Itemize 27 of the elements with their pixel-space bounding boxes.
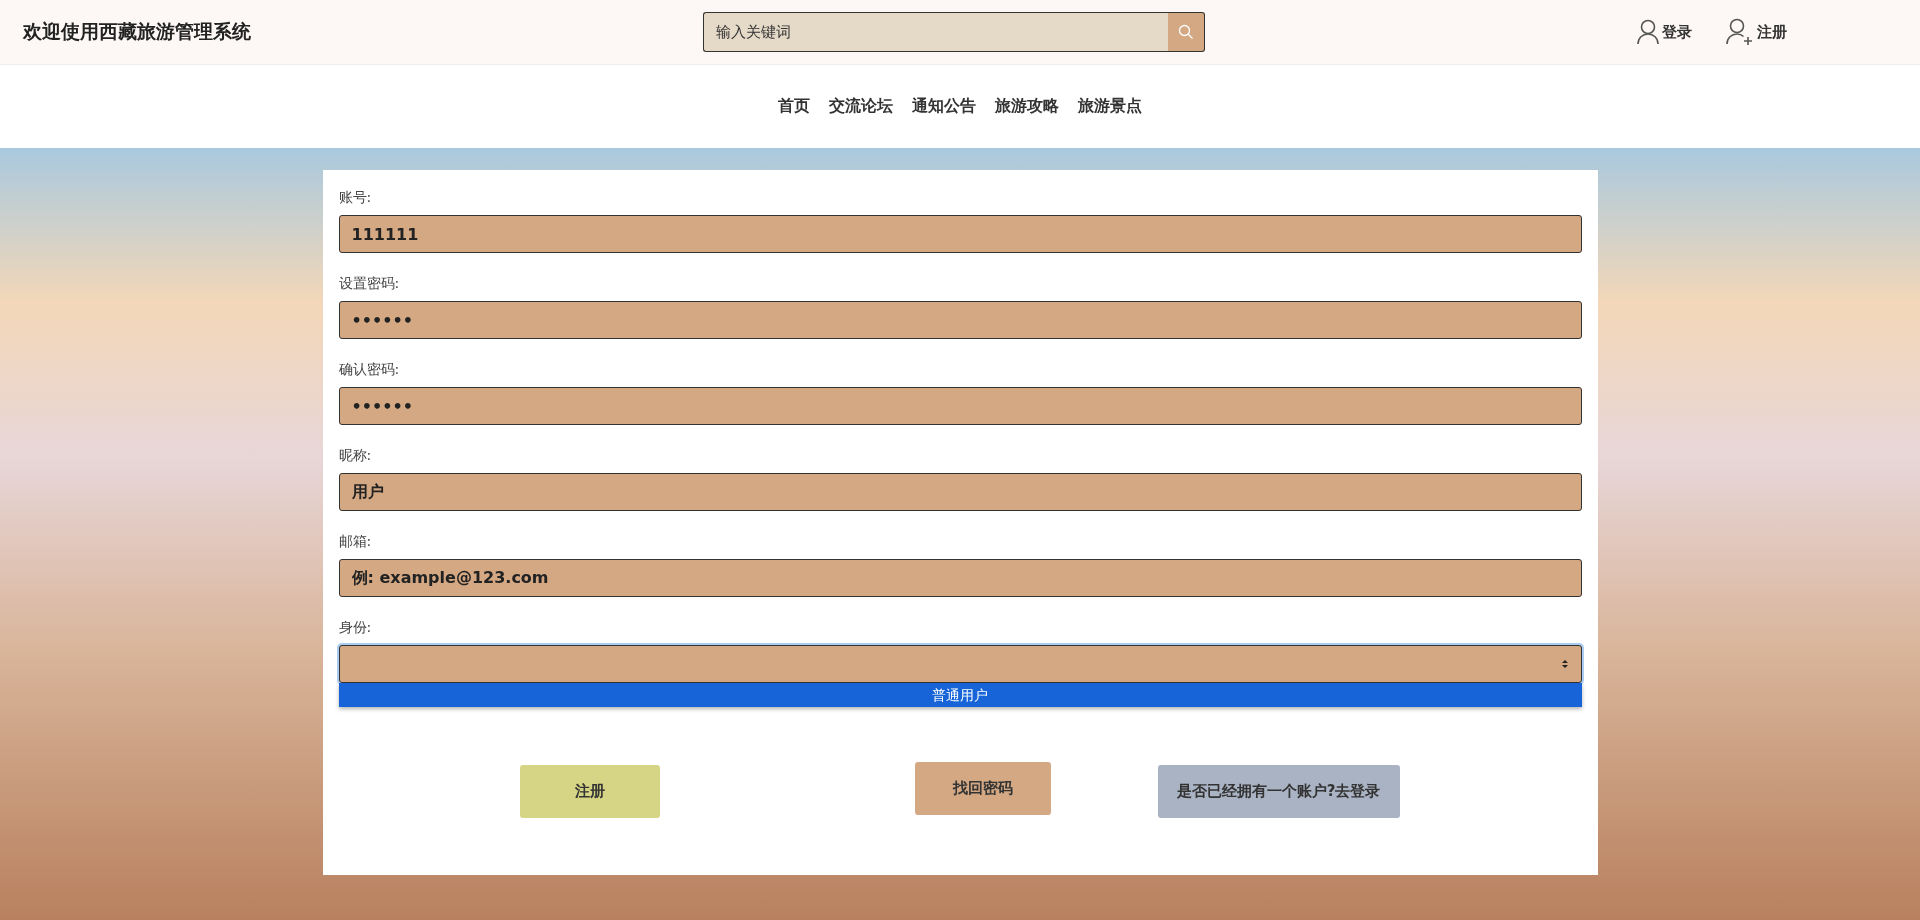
site-title: 欢迎使用西藏旅游管理系统 [23,19,252,44]
dropdown-option[interactable]: 普通用户 [338,683,1582,707]
nav-link[interactable]: 通知公告 [912,96,976,117]
field-label: 设置密码: [338,274,401,293]
login-button[interactable]: 是否已经拥有一个账户?去登录 [1157,765,1400,818]
field-label: 账号: [338,188,373,207]
sort-caret-icon [1560,659,1569,669]
input-field[interactable]: •••••• [338,387,1582,425]
login-link[interactable]: 登录 [1637,18,1692,46]
nav-link[interactable]: 交流论坛 [829,96,893,117]
nav-link[interactable]: 首页 [778,96,810,117]
field-label: 确认密码: [338,360,401,379]
input-field[interactable]: •••••• [338,301,1582,339]
nav-link[interactable]: 旅游景点 [1078,96,1142,117]
field-label: 身份: [338,618,373,637]
nav-link[interactable]: 旅游攻略 [995,96,1059,117]
input-field[interactable]: 例: example@123.com [338,559,1582,597]
register-link[interactable]: 注册 [1726,18,1787,46]
field-label: 昵称: [338,446,373,465]
field-label: 邮箱: [338,532,373,551]
register-button[interactable]: 注册 [519,765,660,818]
user-icon [1637,19,1659,45]
recover-button[interactable]: 找回密码 [914,762,1051,815]
input-field[interactable]: 用户 [338,473,1582,511]
input-field[interactable]: 111111 [338,215,1582,253]
select-field[interactable] [338,645,1582,683]
add-user-icon [1726,18,1754,46]
